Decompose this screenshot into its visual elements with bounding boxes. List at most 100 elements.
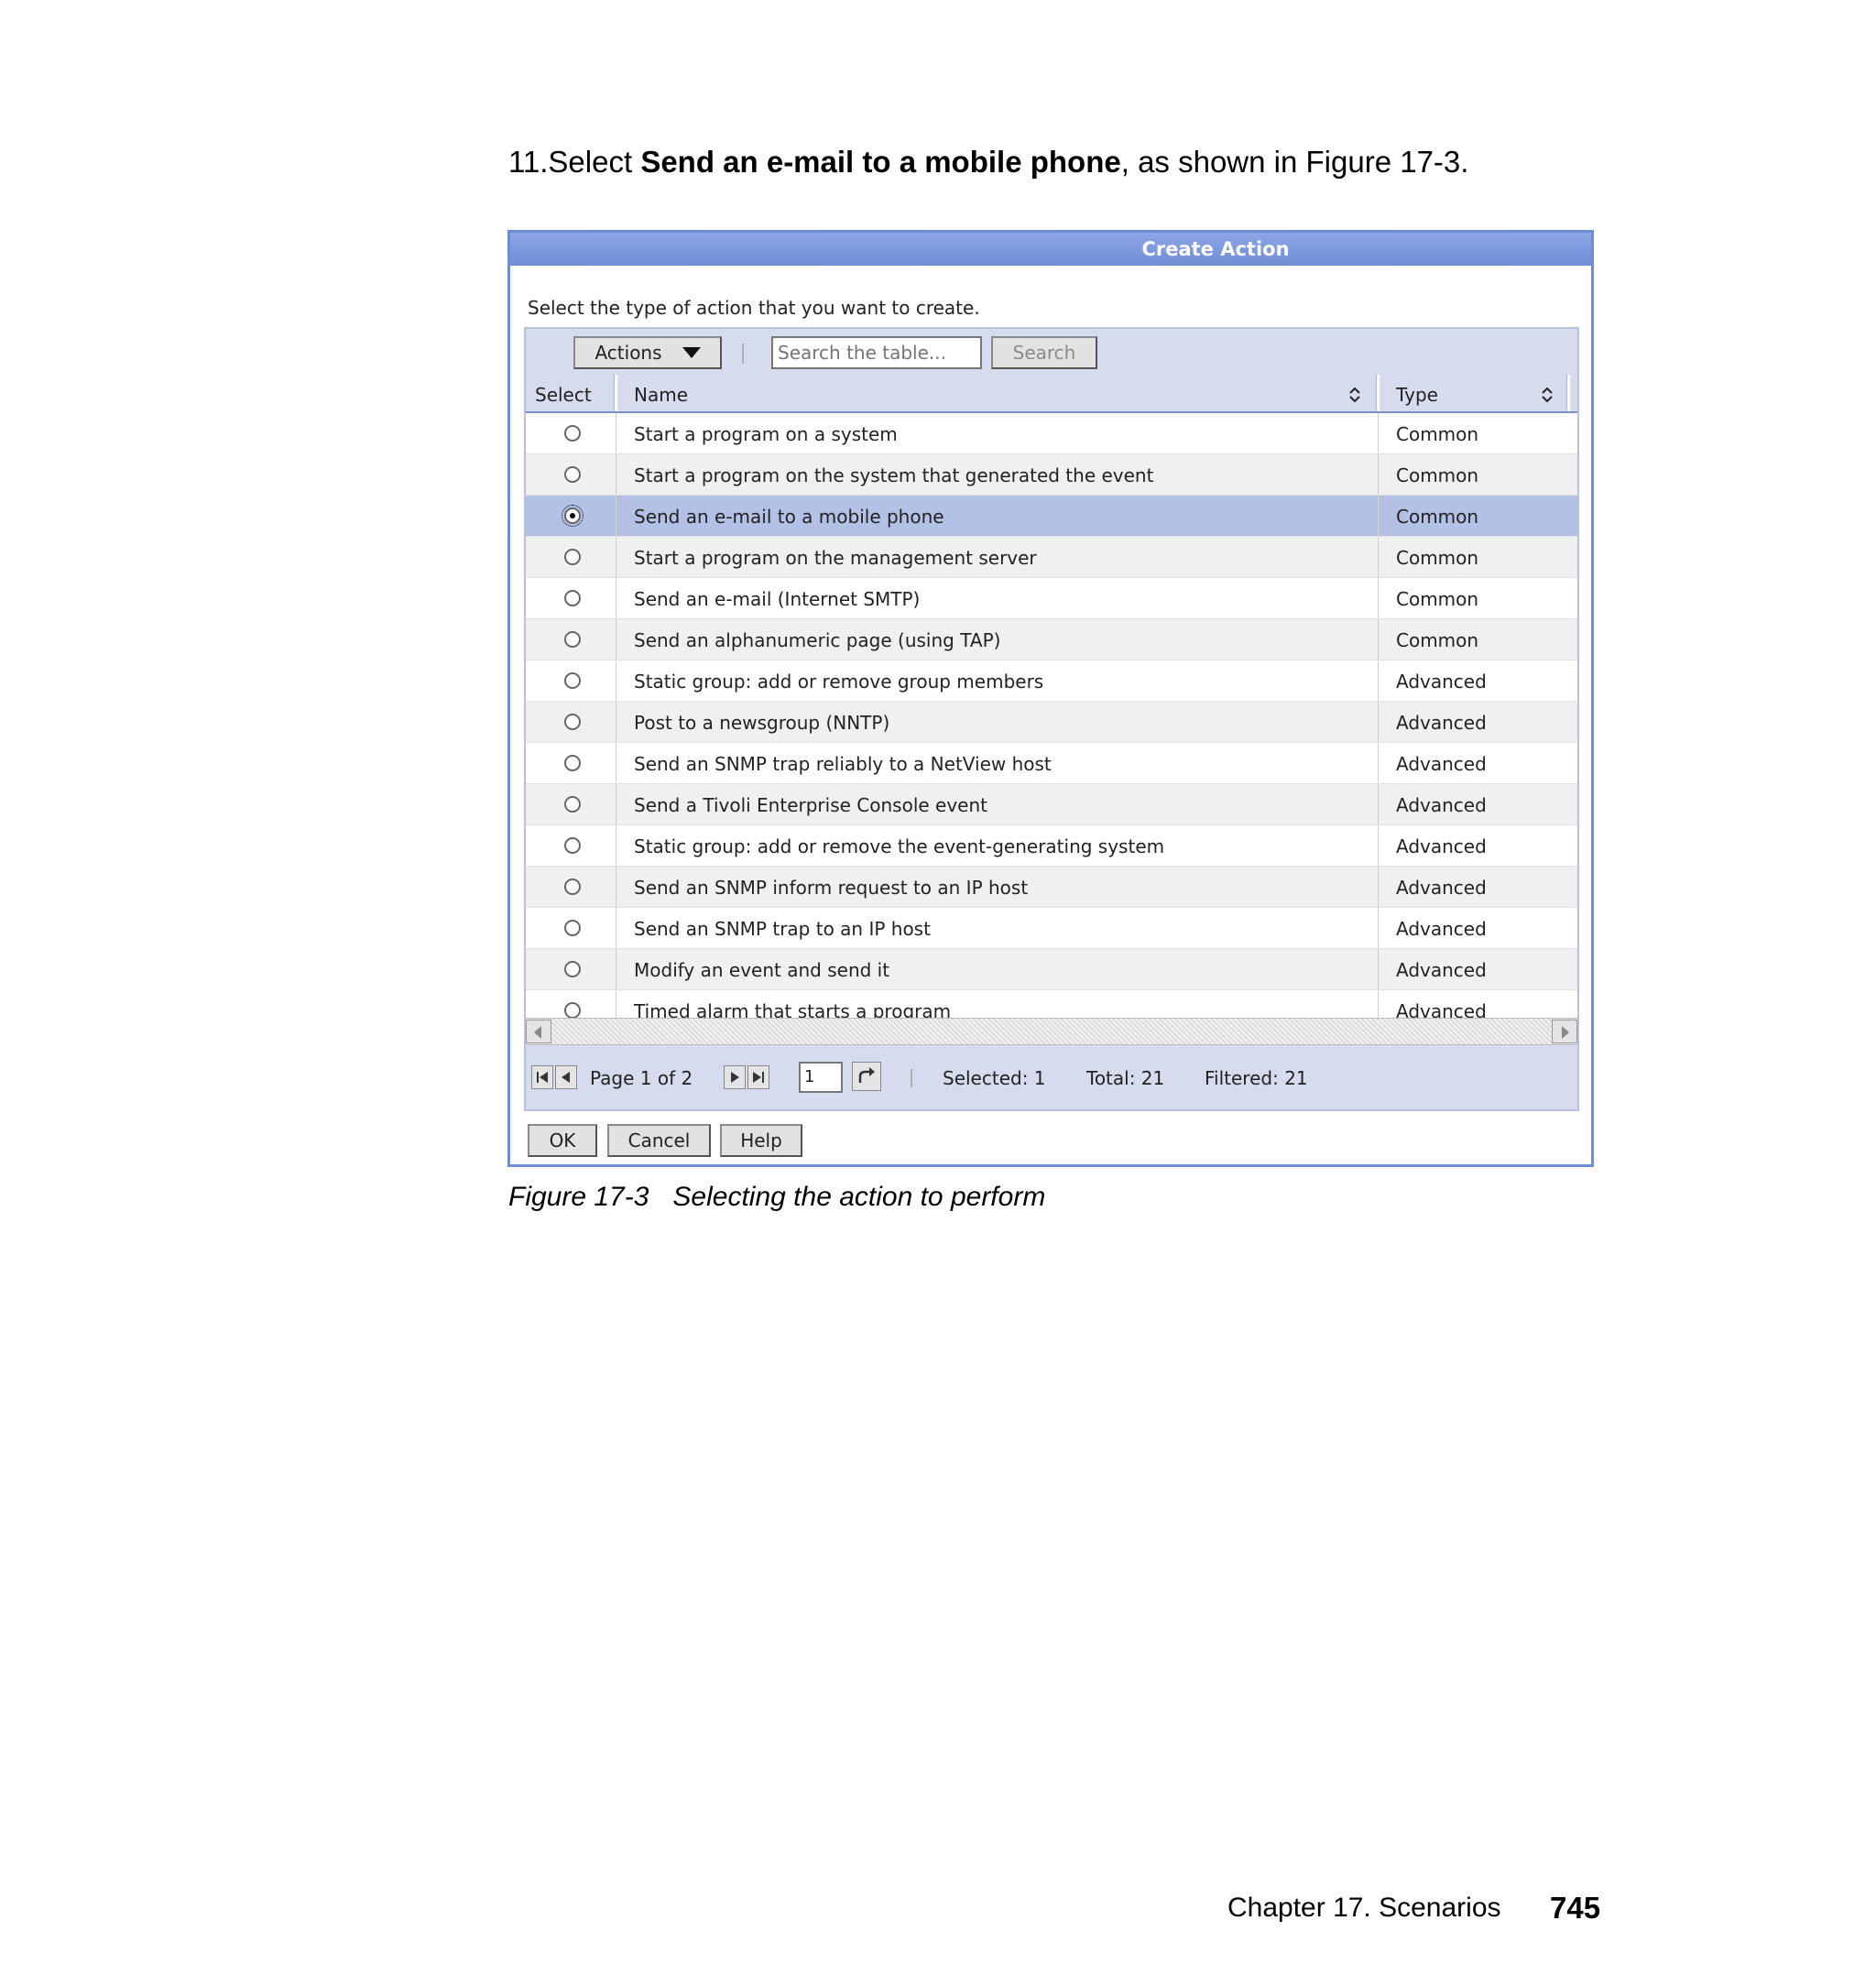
instruction-text: 11.Select Send an e-mail to a mobile pho…: [508, 145, 1468, 180]
scroll-right-icon[interactable]: [1552, 1020, 1577, 1043]
row-type: Advanced: [1396, 712, 1487, 734]
row-type: Advanced: [1396, 877, 1487, 899]
chapter-footer: Chapter 17. Scenarios: [1227, 1893, 1501, 1923]
row-radio-button[interactable]: [564, 1002, 581, 1019]
figure-number: Figure 17-3: [508, 1182, 649, 1212]
row-radio-button[interactable]: [564, 961, 581, 977]
table-row[interactable]: Send an SNMP trap to an IP host Advanced: [526, 908, 1577, 949]
actions-dropdown-button[interactable]: Actions: [573, 336, 722, 369]
instruction-bold: Send an e-mail to a mobile phone: [640, 145, 1121, 179]
table-row[interactable]: Send an SNMP trap reliably to a NetView …: [526, 743, 1577, 784]
first-page-icon[interactable]: [531, 1065, 553, 1089]
row-name: Start a program on the system that gener…: [634, 464, 1154, 486]
cell-divider: [1378, 537, 1379, 577]
table-body: Start a program on a system Common Start a…: [526, 413, 1577, 1031]
row-type: Advanced: [1396, 671, 1487, 693]
next-page-icon[interactable]: [724, 1065, 746, 1089]
table-row[interactable]: Start a program on the system that gener…: [526, 454, 1577, 496]
table-header: Select Name Type: [526, 375, 1577, 413]
filtered-count: Filtered: 21: [1205, 1067, 1308, 1089]
row-type: Common: [1396, 588, 1479, 610]
page-number-input[interactable]: 1: [799, 1062, 843, 1093]
row-type: Common: [1396, 547, 1479, 569]
row-radio-button[interactable]: [564, 549, 581, 565]
row-name: Post to a newsgroup (NNTP): [634, 712, 890, 734]
column-header-type[interactable]: Type: [1396, 375, 1438, 411]
cell-divider: [1378, 743, 1379, 783]
row-radio-button[interactable]: [564, 837, 581, 854]
cancel-button[interactable]: Cancel: [607, 1124, 711, 1157]
help-button[interactable]: Help: [720, 1124, 802, 1157]
table-row[interactable]: Send an SNMP inform request to an IP hos…: [526, 867, 1577, 908]
go-arrow-icon[interactable]: [852, 1062, 881, 1091]
action-table-panel: Actions Search Select Name Type Start a …: [524, 327, 1579, 1111]
row-radio-button[interactable]: [564, 755, 581, 771]
row-radio-button[interactable]: [564, 878, 581, 895]
table-row[interactable]: Static group: add or remove the event-ge…: [526, 825, 1577, 867]
column-divider[interactable]: [1376, 375, 1380, 411]
row-radio-button[interactable]: [564, 425, 581, 442]
table-row[interactable]: Start a program on the management server…: [526, 537, 1577, 578]
row-type: Common: [1396, 629, 1479, 651]
page-number: 745: [1550, 1891, 1601, 1925]
row-type: Advanced: [1396, 794, 1487, 816]
cell-divider: [1378, 619, 1379, 660]
table-row[interactable]: Send an e-mail (Internet SMTP) Common: [526, 578, 1577, 619]
row-name: Send an SNMP trap reliably to a NetView …: [634, 753, 1052, 775]
row-name: Send an alphanumeric page (using TAP): [634, 629, 1001, 651]
row-radio-button[interactable]: [564, 714, 581, 730]
search-button[interactable]: Search: [991, 336, 1097, 369]
sort-icon[interactable]: [1348, 386, 1361, 404]
scroll-left-icon[interactable]: [526, 1020, 551, 1043]
create-action-dialog: Create Action Select the type of action …: [507, 230, 1594, 1167]
pager-separator: [911, 1069, 912, 1087]
last-page-icon[interactable]: [747, 1065, 769, 1089]
previous-page-icon[interactable]: [555, 1065, 577, 1089]
table-row[interactable]: Static group: add or remove group member…: [526, 660, 1577, 702]
table-row[interactable]: Post to a newsgroup (NNTP) Advanced: [526, 702, 1577, 743]
row-radio-button[interactable]: [564, 920, 581, 936]
row-name: Static group: add or remove group member…: [634, 671, 1044, 693]
row-type: Advanced: [1396, 959, 1487, 981]
row-name: Send an SNMP trap to an IP host: [634, 918, 931, 940]
cell-divider: [1378, 949, 1379, 989]
row-radio-button[interactable]: [564, 796, 581, 813]
sort-icon[interactable]: [1541, 386, 1554, 404]
row-name: Start a program on the management server: [634, 547, 1037, 569]
figure-caption: Figure 17-3 Selecting the action to perfo…: [508, 1182, 1045, 1213]
cell-divider: [1378, 578, 1379, 618]
cell-divider: [1378, 908, 1379, 948]
horizontal-scrollbar[interactable]: [526, 1018, 1577, 1045]
chevron-down-icon: [682, 347, 701, 358]
row-radio-button[interactable]: [564, 590, 581, 606]
column-divider[interactable]: [614, 375, 617, 411]
row-type: Common: [1396, 506, 1479, 528]
row-radio-button[interactable]: [564, 672, 581, 689]
table-toolbar: Actions Search: [526, 329, 1577, 375]
row-type: Common: [1396, 464, 1479, 486]
row-radio-button[interactable]: [564, 466, 581, 483]
action-table: Select Name Type Start a program on a sy…: [526, 375, 1577, 1031]
table-row[interactable]: Start a program on a system Common: [526, 413, 1577, 454]
selected-count: Selected: 1: [943, 1067, 1046, 1089]
row-name: Modify an event and send it: [634, 959, 890, 981]
row-radio-button[interactable]: [562, 505, 584, 527]
row-name: Start a program on a system: [634, 423, 898, 445]
ok-button[interactable]: OK: [528, 1124, 597, 1157]
table-row[interactable]: Send a Tivoli Enterprise Console event Ad…: [526, 784, 1577, 825]
row-radio-button[interactable]: [564, 631, 581, 648]
table-row[interactable]: Modify an event and send it Advanced: [526, 949, 1577, 990]
figure-title: Selecting the action to perform: [672, 1182, 1046, 1212]
instruction-suffix: , as shown in Figure 17-3.: [1120, 145, 1469, 179]
row-name: Send an e-mail to a mobile phone: [634, 506, 944, 528]
row-name: Send an SNMP inform request to an IP hos…: [634, 877, 1029, 899]
table-row[interactable]: Send an e-mail to a mobile phone Common: [526, 496, 1577, 537]
column-divider[interactable]: [1566, 375, 1570, 411]
row-type: Common: [1396, 423, 1479, 445]
toolbar-separator: [742, 344, 744, 364]
cell-divider: [1378, 784, 1379, 824]
search-input[interactable]: [771, 336, 982, 369]
column-header-name[interactable]: Name: [634, 375, 688, 411]
table-row[interactable]: Send an alphanumeric page (using TAP) Com…: [526, 619, 1577, 660]
actions-label: Actions: [594, 342, 662, 364]
